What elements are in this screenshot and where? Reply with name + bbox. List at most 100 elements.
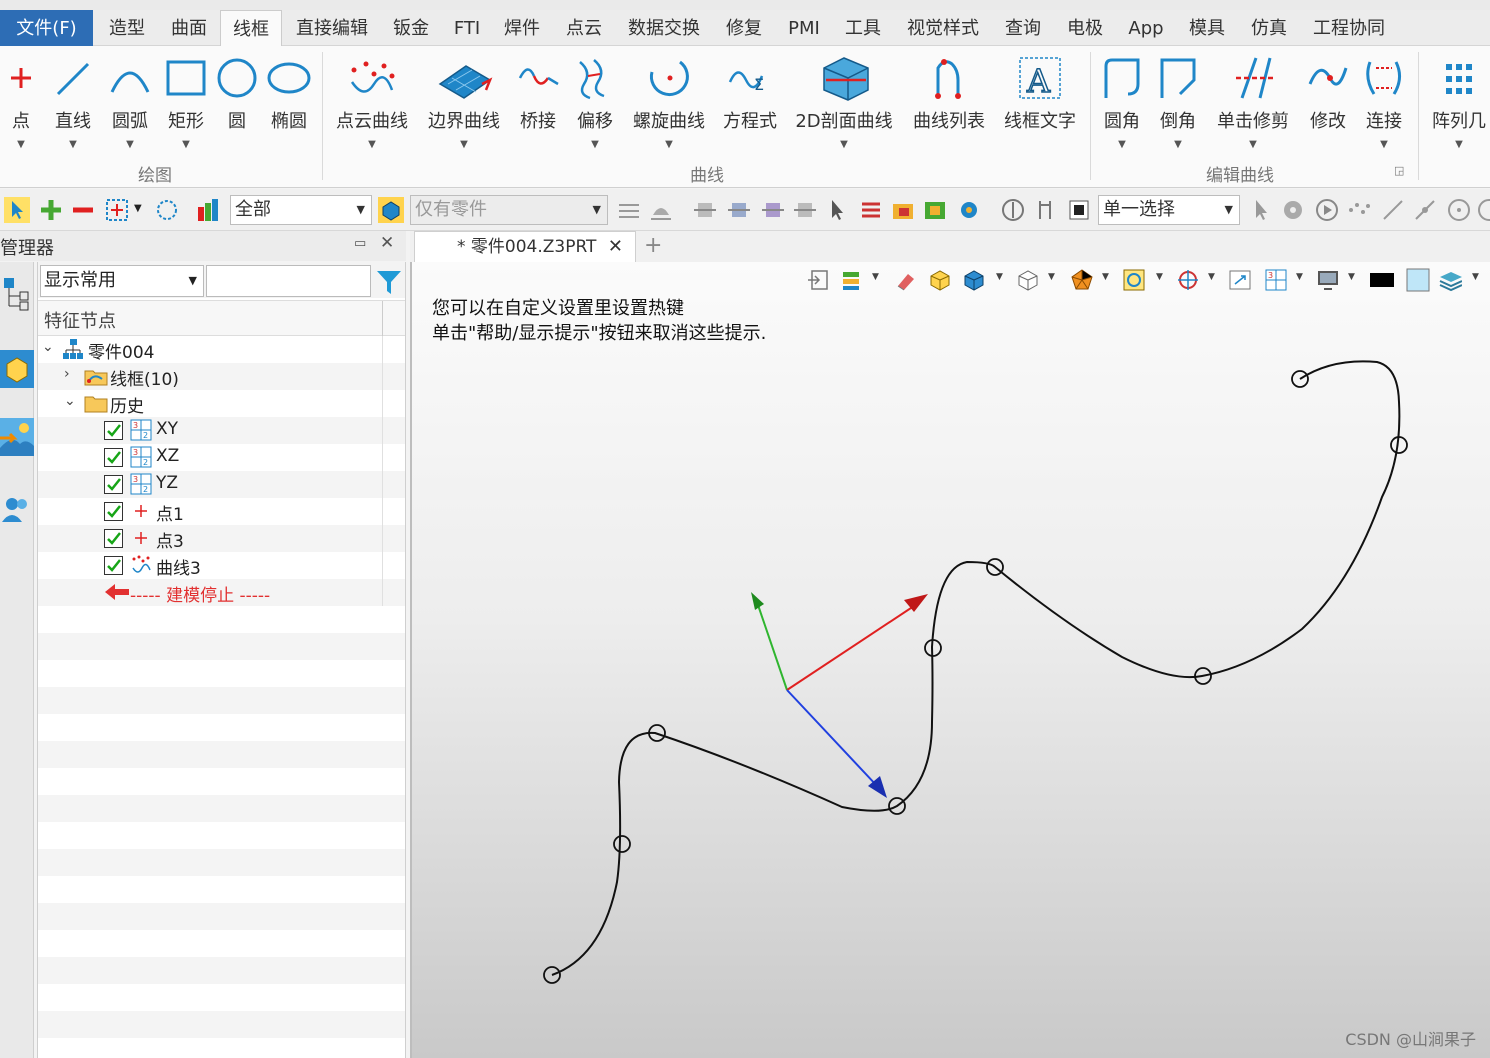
chevron-down-icon[interactable]: ▼ [1208, 272, 1215, 282]
parts-filter-icon[interactable] [378, 197, 404, 223]
line-button[interactable]: 直线 ▼ [50, 54, 96, 150]
datum-plane-icon[interactable]: 3 [1264, 268, 1288, 292]
curve-list-button[interactable]: 曲线列表 [910, 54, 988, 133]
tab-electrode[interactable]: 电极 [1054, 10, 1116, 46]
display-filter-combo[interactable]: 显示常用 ▼ [40, 265, 204, 297]
tab-wireframe[interactable]: 线框 [220, 10, 282, 47]
tab-fti[interactable]: FTI [442, 10, 492, 46]
document-tab[interactable]: * 零件004.Z3PRT ✕ [414, 231, 636, 262]
chevron-down-icon[interactable]: ▼ [1102, 272, 1109, 282]
tab-visual-style[interactable]: 视觉样式 [894, 10, 992, 46]
ref-layer-icon[interactable] [616, 197, 642, 223]
fit-window-icon[interactable] [1228, 268, 1252, 292]
visibility-checkbox[interactable] [104, 448, 123, 467]
box-select-icon[interactable] [104, 197, 130, 223]
chevron-down-icon[interactable]: ▼ [134, 203, 142, 214]
circle-button[interactable]: 圆 [214, 54, 260, 133]
point-button[interactable]: 点 ▼ [0, 54, 42, 150]
tab-direct-edit[interactable]: 直接编辑 [284, 10, 380, 46]
control-point-marker[interactable] [613, 835, 631, 853]
tree-node[interactable]: 3 2 XZ [38, 444, 405, 471]
target-view-icon[interactable] [1176, 268, 1200, 292]
layers-color-icon[interactable] [840, 268, 864, 292]
stop-icon[interactable] [1066, 197, 1092, 223]
tree-node[interactable]: ⌄ 零件004 [38, 336, 405, 363]
visibility-checkbox[interactable] [104, 529, 123, 548]
more-icon[interactable] [1476, 197, 1490, 223]
tree-node[interactable]: 3 2 YZ [38, 471, 405, 498]
parts-only-combo[interactable]: 仅有零件 ▼ [410, 195, 608, 225]
tab-pmi[interactable]: PMI [776, 10, 832, 46]
ref-view-icon[interactable] [648, 197, 674, 223]
close-icon[interactable]: ✕ [380, 233, 394, 253]
filter-a-icon[interactable] [692, 197, 718, 223]
settings-gear-icon[interactable] [956, 197, 982, 223]
offset-button[interactable]: 偏移 ▼ [572, 54, 618, 150]
chevron-down-icon[interactable]: ▼ [872, 272, 879, 282]
section-curve-2d-button[interactable]: 2D剖面曲线 ▼ [792, 54, 896, 150]
tab-simulation[interactable]: 仿真 [1238, 10, 1300, 46]
tab-weldment[interactable]: 焊件 [492, 10, 552, 46]
select-pointer-icon[interactable] [4, 197, 30, 223]
visibility-checkbox[interactable] [104, 502, 123, 521]
image-view-icon[interactable] [0, 418, 34, 456]
tree-node[interactable]: 点1 [38, 498, 405, 525]
collapse-chevron-icon[interactable]: ⌄ [42, 339, 54, 355]
modeling-stop-marker[interactable]: ----- 建模停止 ----- [38, 579, 405, 606]
tab-repair[interactable]: 修复 [712, 10, 776, 46]
circle-center-icon[interactable] [1446, 197, 1472, 223]
chamfer-button[interactable]: 倒角 ▼ [1154, 54, 1202, 150]
tab-data-exchange[interactable]: 数据交换 [616, 10, 712, 46]
expand-chevron-icon[interactable]: › [64, 366, 70, 382]
solid-view-icon[interactable] [962, 268, 986, 292]
filter-c-icon[interactable] [760, 197, 786, 223]
graphics-viewport[interactable]: ▼ ▼ ▼ ▼ ▼ ▼ 3 ▼ ▼ ▼ 您可以在自定义设置里设置热键 单击"帮助… [410, 262, 1490, 1058]
tab-mold[interactable]: 模具 [1176, 10, 1238, 46]
tree-column-header[interactable]: 特征节点 [38, 300, 405, 337]
part-view-icon[interactable] [0, 350, 34, 388]
select-mode-combo[interactable]: 单一选择 ▼ [1098, 195, 1240, 225]
chevron-down-icon[interactable]: ▼ [996, 272, 1003, 282]
collapse-chevron-icon[interactable]: ⌄ [64, 393, 76, 409]
connect-button[interactable]: 连接 ▼ [1360, 54, 1408, 150]
visibility-checkbox[interactable] [104, 475, 123, 494]
background-black-swatch-icon[interactable] [1370, 268, 1394, 292]
file-menu-tab[interactable]: 文件(F) [0, 10, 93, 46]
helix-curve-button[interactable]: 螺旋曲线 ▼ [630, 54, 708, 150]
chevron-down-icon[interactable]: ▼ [1048, 272, 1055, 282]
chevron-down-icon[interactable]: ▼ [1348, 272, 1355, 282]
tab-point-cloud[interactable]: 点云 [552, 10, 616, 46]
wireframe-view-icon[interactable] [1016, 268, 1040, 292]
display-monitor-icon[interactable] [1316, 268, 1340, 292]
pick-filter-icon[interactable] [1248, 197, 1274, 223]
fillet-button[interactable]: 圆角 ▼ [1098, 54, 1146, 150]
arc-button[interactable]: 圆弧 ▼ [106, 54, 154, 150]
list-icon[interactable] [858, 197, 884, 223]
click-trim-button[interactable]: 单击修剪 ▼ [1214, 54, 1292, 150]
remove-icon[interactable] [70, 197, 96, 223]
tree-node[interactable]: ⌄ 历史 [38, 390, 405, 417]
ellipse-button[interactable]: 椭圆 [266, 54, 312, 133]
coordinate-triad[interactable] [751, 592, 928, 798]
user-group-icon[interactable] [0, 494, 34, 524]
line-point-icon[interactable] [1412, 197, 1438, 223]
add-tab-icon[interactable]: + [644, 231, 662, 261]
polygon-view-icon[interactable] [1070, 268, 1094, 292]
tab-surface[interactable]: 曲面 [158, 10, 220, 46]
shaded-view-icon[interactable] [928, 268, 952, 292]
tree-node[interactable]: 曲线3 [38, 552, 405, 579]
point-cloud-curve-button[interactable]: 点云曲线 ▼ [334, 54, 410, 150]
tab-sheet-metal[interactable]: 钣金 [380, 10, 442, 46]
visibility-checkbox[interactable] [104, 421, 123, 440]
filter-funnel-icon[interactable] [375, 268, 403, 296]
layer-stack-icon[interactable] [1438, 268, 1462, 292]
scatter-points-icon[interactable] [1346, 197, 1372, 223]
exit-icon[interactable] [806, 268, 830, 292]
filter-combo[interactable]: 全部 ▼ [230, 195, 372, 225]
tab-inquire[interactable]: 查询 [992, 10, 1054, 46]
line-tool-icon[interactable] [1380, 197, 1406, 223]
align-icon[interactable] [1032, 197, 1058, 223]
boundary-curve-button[interactable]: 边界曲线 ▼ [424, 54, 504, 150]
filter-search-input[interactable] [206, 265, 371, 297]
tree-node[interactable]: 3 2 XY [38, 417, 405, 444]
